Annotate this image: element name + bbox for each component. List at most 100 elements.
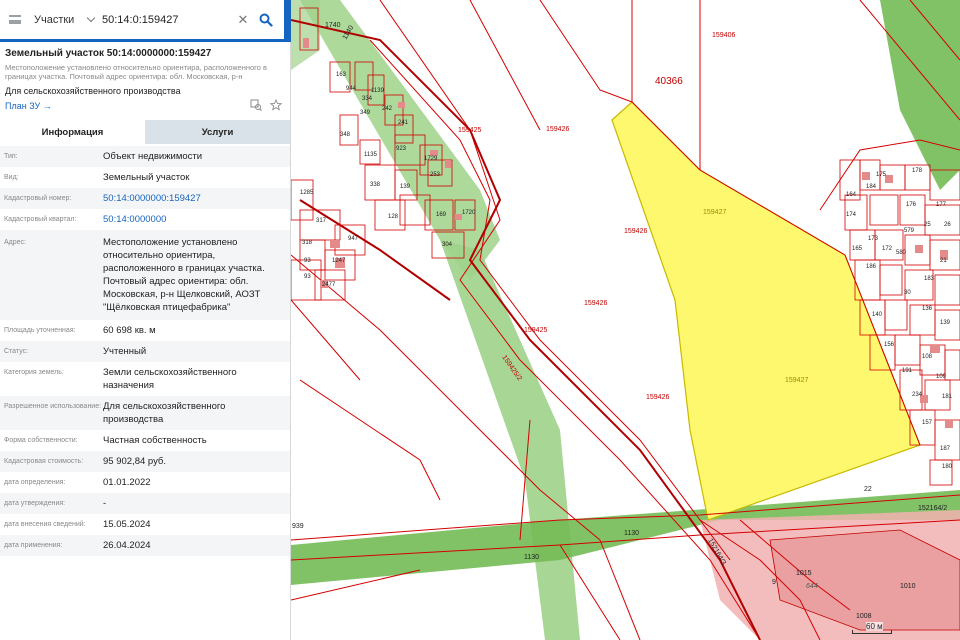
cadastral-quarter-link[interactable]: 50:14:0000000 <box>103 213 285 226</box>
tab-services[interactable]: Услуги <box>145 120 290 144</box>
small-label: 178 <box>912 168 923 174</box>
parcel-label: 159426 <box>624 228 647 235</box>
info-row-permitted-use: Разрешенное использование: Для сельскохо… <box>0 396 290 430</box>
small-label: 304 <box>442 242 453 248</box>
parcel-label: 159425 <box>458 127 481 134</box>
small-label: 173 <box>868 236 879 242</box>
info-row-area: Площадь уточненная: 60 698 кв. м <box>0 320 290 341</box>
small-label: 1247 <box>332 258 346 264</box>
info-row-cadastral-number: Кадастровый номер: 50:14:0000000:159427 <box>0 188 290 209</box>
small-label: 348 <box>340 132 351 138</box>
small-label: 136 <box>922 306 933 312</box>
info-row-land-category: Категория земель: Земли сельскохозяйстве… <box>0 362 290 396</box>
parcel-label: 40366 <box>655 76 683 87</box>
parcel-label: 939 <box>292 523 304 530</box>
tab-info[interactable]: Информация <box>0 120 145 144</box>
chevron-down-icon <box>86 13 96 22</box>
panel-collapse-tab[interactable] <box>284 0 291 42</box>
scale-bar: 60 м <box>852 622 892 636</box>
small-label: 338 <box>370 182 381 188</box>
parcel-label: 1015 <box>796 570 812 577</box>
small-label: 947 <box>348 236 359 242</box>
plan-link[interactable]: План ЗУ → <box>5 101 52 111</box>
panel-tools <box>250 99 282 111</box>
small-label: 181 <box>942 394 953 400</box>
info-value: Земли сельскохозяйственного назначения <box>103 367 237 391</box>
object-type-label: Участки <box>34 13 75 26</box>
info-value: Местоположение установлено относительно … <box>103 237 265 313</box>
map-canvas[interactable]: 159406 40366 159425 159426 159427 159426… <box>291 0 960 640</box>
small-label: 334 <box>362 96 373 102</box>
parcel-label: 159426 <box>584 300 607 307</box>
parcel-label: 152164/2 <box>918 505 947 512</box>
info-value: Объект недвижимости <box>103 151 203 162</box>
small-label: 923 <box>396 146 407 152</box>
info-value: Частная собственность <box>103 435 207 446</box>
small-label: 580 <box>896 250 907 256</box>
small-label: 30 <box>904 290 911 296</box>
small-label: 139 <box>400 184 411 190</box>
info-label: Разрешенное использование: <box>4 403 102 410</box>
scale-number: 1008 <box>856 613 872 620</box>
info-table: Тип: Объект недвижимости Вид: Земельный … <box>0 146 290 556</box>
info-value: 26.04.2024 <box>103 540 151 551</box>
small-label: 128 <box>388 214 399 220</box>
info-row-date-determined: дата определения: 01.01.2022 <box>0 472 290 493</box>
small-label: 174 <box>846 212 857 218</box>
info-label: Кадастровый номер: <box>4 195 72 202</box>
info-label: Статус: <box>4 348 29 355</box>
small-label: 183 <box>924 276 935 282</box>
small-label: 139 <box>940 320 951 326</box>
object-type-select[interactable]: Участки <box>30 0 98 41</box>
small-label: 163 <box>336 72 347 78</box>
cadastral-number-link[interactable]: 50:14:0000000:159427 <box>103 192 285 205</box>
small-label: 21 <box>940 258 947 264</box>
small-label: 140 <box>872 312 883 318</box>
small-label: 191 <box>902 368 913 374</box>
zoom-to-icon[interactable] <box>250 99 262 111</box>
info-row-date-approved: дата утверждения: - <box>0 493 290 514</box>
scale-label: 60 м <box>866 622 883 631</box>
small-label: 25 <box>924 222 931 228</box>
info-row-address: Адрес: Местоположение установлено относи… <box>0 230 290 320</box>
small-label: 157 <box>922 420 933 426</box>
small-label: 1729 <box>424 156 438 162</box>
small-label: 2477 <box>322 282 336 288</box>
cadastral-map[interactable]: 159406 40366 159425 159426 159427 159426… <box>291 0 960 640</box>
small-label: 1285 <box>300 190 314 196</box>
parcel-location-short: Местоположение установлено относительно … <box>5 63 267 81</box>
parcel-label: 159426 <box>546 126 569 133</box>
info-value: 95 902,84 руб. <box>103 456 167 467</box>
info-label: Тип: <box>4 153 18 160</box>
info-row-cadastral-quarter: Кадастровый квартал: 50:14:0000000 <box>0 209 290 230</box>
info-label: дата применения: <box>4 542 63 549</box>
info-value: Учтенный <box>103 346 147 357</box>
info-row-ownership: Форма собственности: Частная собственнос… <box>0 430 290 451</box>
small-label: 187 <box>940 446 951 452</box>
clear-icon[interactable]: ✕ <box>234 0 252 41</box>
search-input[interactable] <box>98 5 234 34</box>
info-label: Форма собственности: <box>4 437 78 444</box>
info-row-cadastral-value: Кадастровая стоимость: 95 902,84 руб. <box>0 451 290 472</box>
info-label: Адрес: <box>4 239 26 246</box>
info-row-kind: Вид: Земельный участок <box>0 167 290 188</box>
parcel-label: 159426 <box>646 394 669 401</box>
selected-parcel[interactable] <box>611 101 921 521</box>
small-label: 93 <box>304 258 311 264</box>
small-label: 317 <box>316 218 327 224</box>
search-button[interactable] <box>252 0 280 41</box>
small-label: 109 <box>936 374 947 380</box>
menu-icon[interactable] <box>0 0 30 41</box>
info-label: дата утверждения: <box>4 500 66 507</box>
star-icon[interactable] <box>270 99 282 111</box>
small-label: 1135 <box>364 152 378 158</box>
green-zone-strip-top <box>300 0 500 280</box>
info-label: Вид: <box>4 174 19 181</box>
info-value: 15.05.2024 <box>103 519 151 530</box>
small-label: 186 <box>866 264 877 270</box>
small-label: 175 <box>876 172 887 178</box>
small-label: 241 <box>398 120 409 126</box>
parcel-label: 159427 <box>703 209 726 216</box>
info-value: 01.01.2022 <box>103 477 151 488</box>
small-label: 242 <box>382 106 393 112</box>
